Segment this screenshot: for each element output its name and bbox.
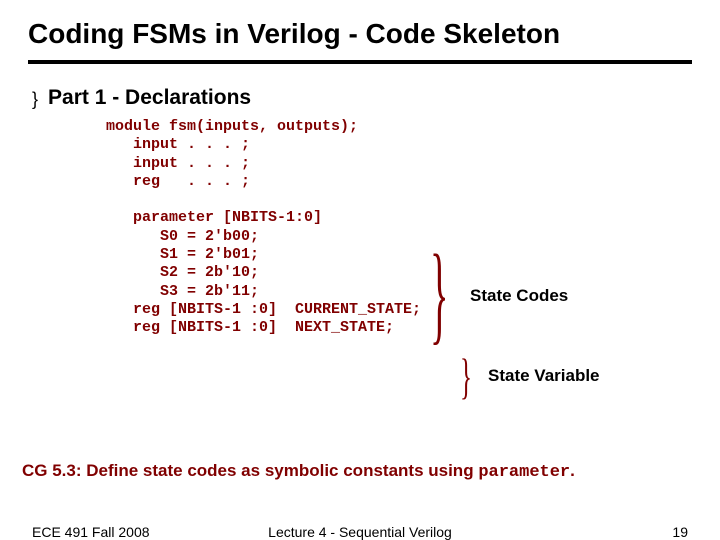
brace-icon: } [430, 260, 448, 326]
guideline-suffix: . [570, 461, 575, 480]
code-block: module fsm(inputs, outputs); input . . .… [106, 118, 692, 338]
section-heading: Part 1 - Declarations [48, 86, 251, 110]
annotation-state-codes: State Codes [470, 286, 568, 306]
footer-center: Lecture 4 - Sequential Verilog [0, 524, 720, 540]
guideline-text: CG 5.3: Define state codes as symbolic c… [22, 461, 478, 480]
annotation-state-variable: State Variable [488, 366, 600, 386]
footer-page-number: 19 [672, 524, 688, 540]
title-rule [28, 60, 692, 64]
slide-title: Coding FSMs in Verilog - Code Skeleton [28, 18, 692, 50]
bullet-icon: } [32, 86, 38, 112]
guideline-keyword: parameter [478, 463, 570, 482]
coding-guideline: CG 5.3: Define state codes as symbolic c… [22, 461, 575, 482]
brace-icon: } [460, 363, 472, 391]
